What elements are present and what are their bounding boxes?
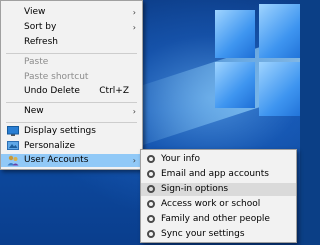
menu-item-user-accounts[interactable]: User Accounts ›	[1, 154, 142, 167]
personalize-icon	[7, 141, 19, 152]
menu-item-label: Paste shortcut	[24, 72, 89, 82]
submenu-item-label: Your info	[161, 154, 200, 164]
submenu-item-email-app-accounts[interactable]: Email and app accounts	[141, 168, 296, 181]
submenu-item-label: Sign-in options	[161, 184, 229, 194]
gear-icon	[147, 230, 155, 238]
chevron-right-icon: ›	[132, 23, 136, 32]
submenu-item-label: Sync your settings	[161, 229, 245, 239]
submenu-item-access-work-school[interactable]: Access work or school	[141, 198, 296, 211]
windows-logo	[215, 4, 300, 120]
menu-item-undo-delete[interactable]: Undo Delete Ctrl+Z	[1, 85, 142, 98]
user-accounts-icon	[7, 155, 19, 166]
menu-item-paste[interactable]: Paste	[1, 56, 142, 69]
menu-item-label: User Accounts	[24, 155, 89, 165]
menu-separator	[6, 122, 137, 123]
menu-item-display-settings[interactable]: Display settings	[1, 125, 142, 138]
menu-item-refresh[interactable]: Refresh	[1, 36, 142, 49]
chevron-right-icon: ›	[132, 156, 136, 165]
submenu-item-your-info[interactable]: Your info	[141, 153, 296, 166]
submenu-item-sign-in-options[interactable]: Sign-in options	[141, 183, 296, 196]
menu-item-personalize[interactable]: Personalize	[1, 140, 142, 153]
submenu-item-sync-settings[interactable]: Sync your settings	[141, 228, 296, 241]
desktop-context-menu: View › Sort by › Refresh Paste Paste sho…	[0, 0, 143, 170]
gear-icon	[147, 155, 155, 163]
gear-icon	[147, 215, 155, 223]
gear-icon	[147, 200, 155, 208]
menu-separator	[6, 53, 137, 54]
menu-item-label: Personalize	[24, 141, 76, 151]
shortcut-label: Ctrl+Z	[99, 86, 129, 96]
menu-separator	[6, 102, 137, 103]
chevron-right-icon: ›	[132, 107, 136, 116]
submenu-item-label: Email and app accounts	[161, 169, 269, 179]
gear-icon	[147, 170, 155, 178]
menu-item-label: Display settings	[24, 126, 96, 136]
menu-item-new[interactable]: New ›	[1, 105, 142, 118]
menu-item-label: Paste	[24, 57, 49, 67]
menu-item-paste-shortcut[interactable]: Paste shortcut	[1, 71, 142, 84]
submenu-item-label: Family and other people	[161, 214, 270, 224]
menu-item-label: Sort by	[24, 22, 57, 32]
menu-item-label: View	[24, 7, 46, 17]
gear-icon	[147, 185, 155, 193]
submenu-item-label: Access work or school	[161, 199, 261, 209]
submenu-item-family-other-people[interactable]: Family and other people	[141, 213, 296, 226]
menu-item-label: New	[24, 106, 44, 116]
menu-item-label: Undo Delete	[24, 86, 80, 96]
menu-item-sort-by[interactable]: Sort by ›	[1, 21, 142, 34]
user-accounts-submenu: Your info Email and app accounts Sign-in…	[140, 149, 297, 243]
display-settings-icon	[7, 126, 19, 137]
menu-item-view[interactable]: View ›	[1, 6, 142, 19]
menu-item-label: Refresh	[24, 37, 58, 47]
chevron-right-icon: ›	[132, 8, 136, 17]
